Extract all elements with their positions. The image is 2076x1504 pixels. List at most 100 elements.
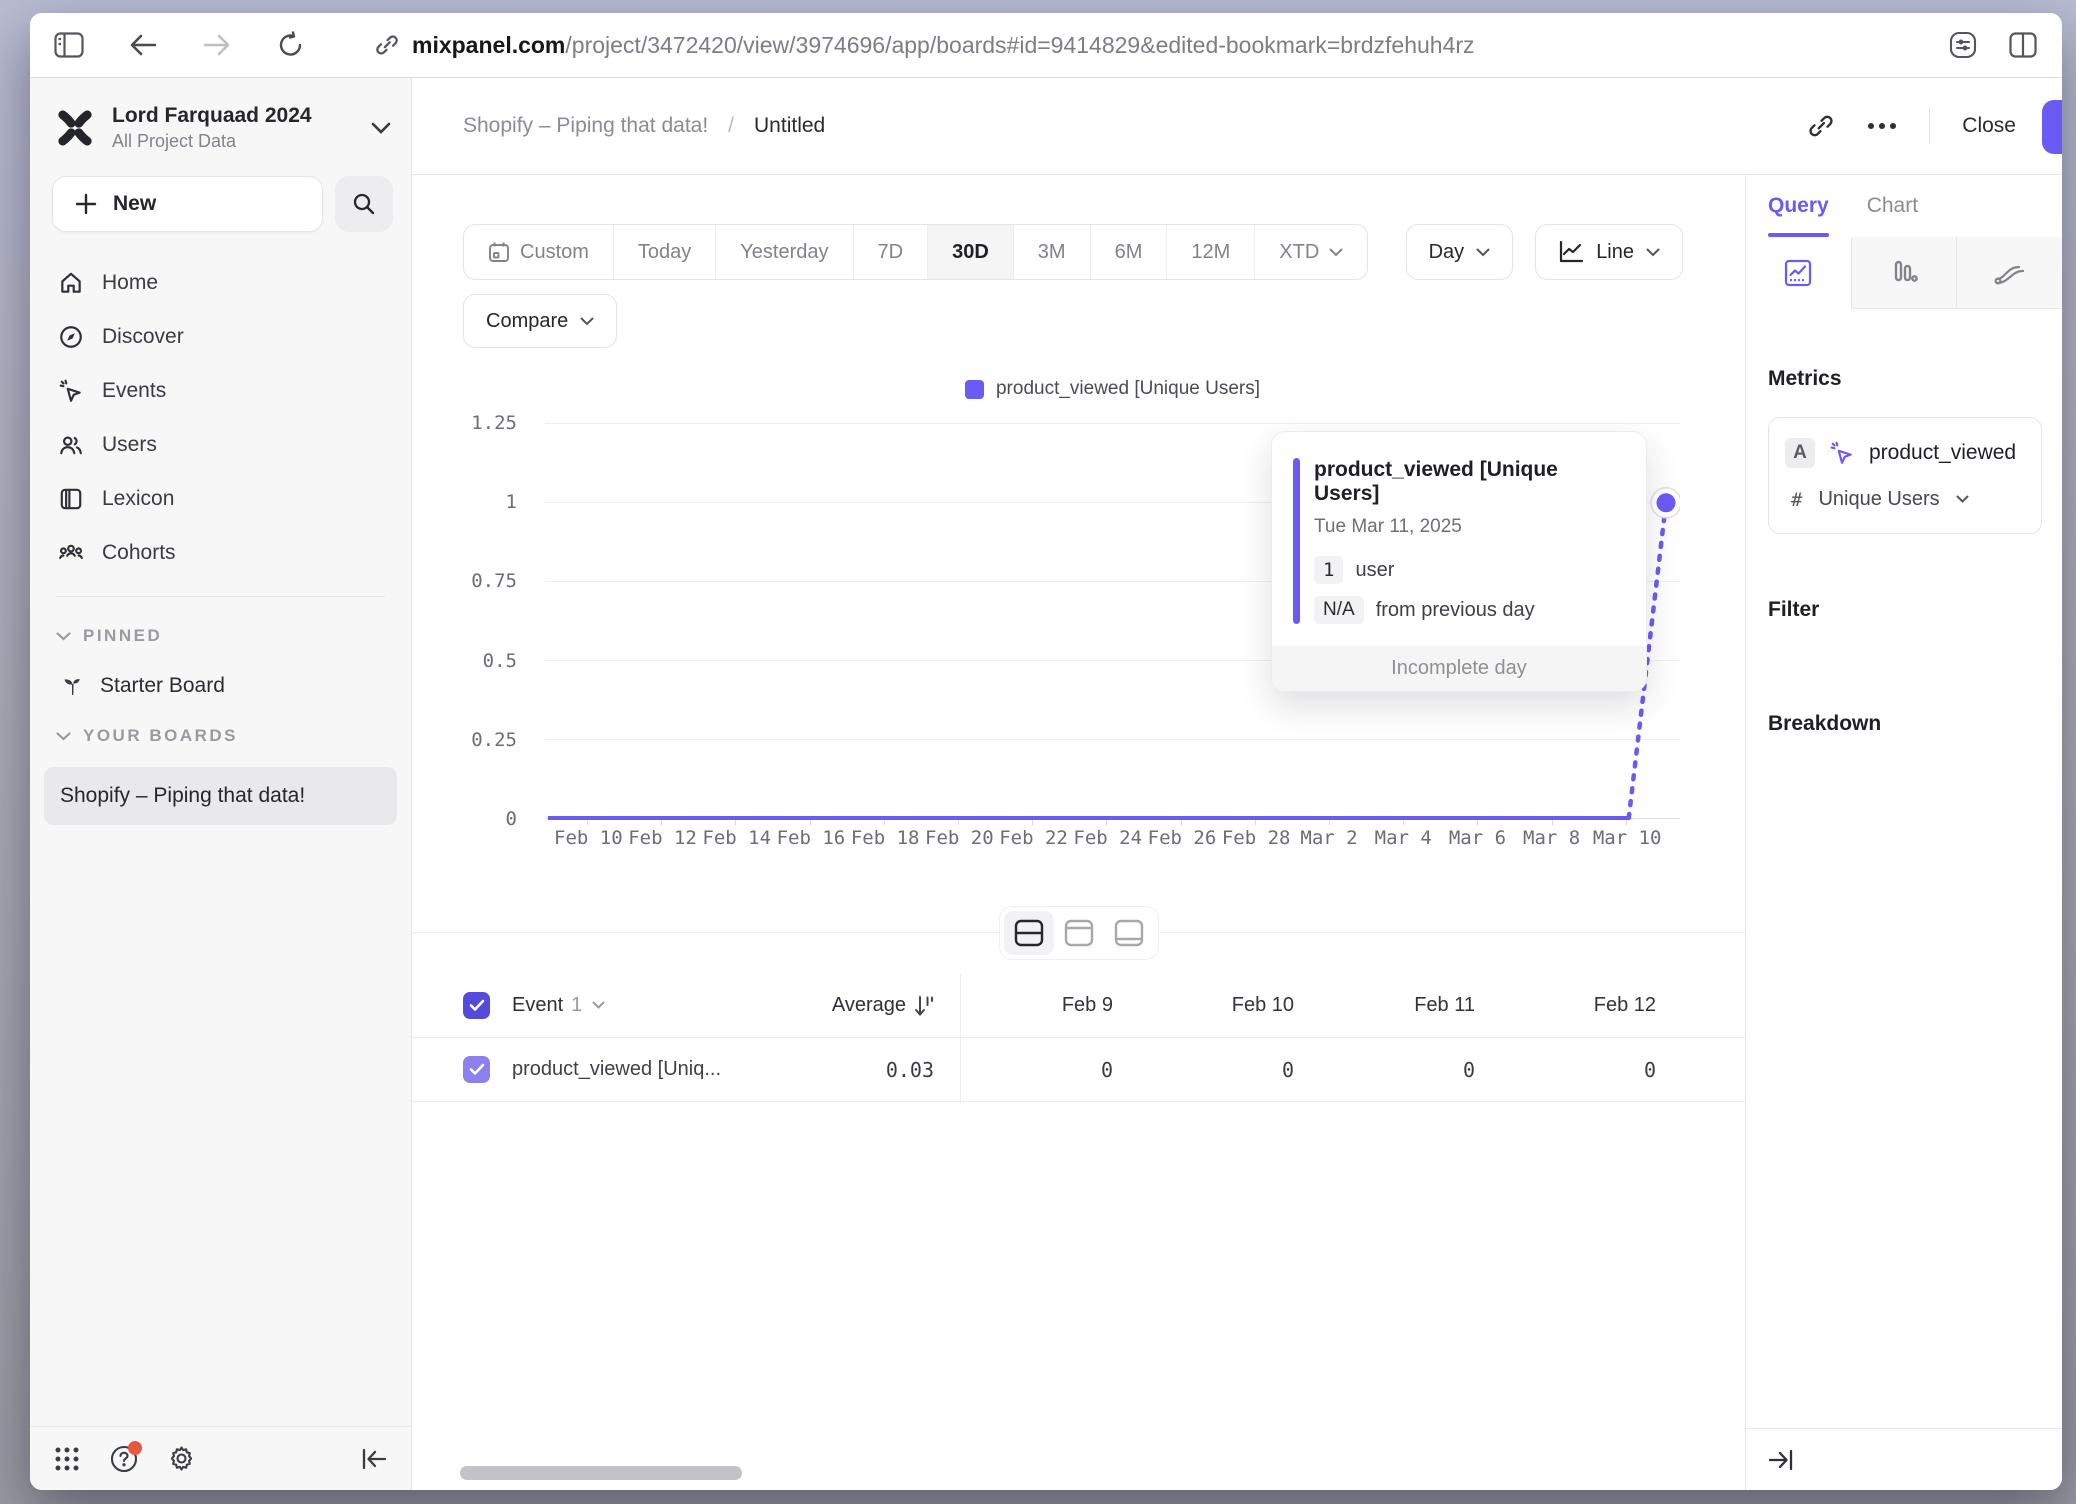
funnel-bars-icon — [1888, 257, 1920, 289]
workspace-switcher[interactable]: Lord Farquaad 2024 All Project Data — [54, 104, 391, 152]
sidebar-item-board-shopify[interactable]: Shopify – Piping that data! — [44, 767, 397, 825]
range-today[interactable]: Today — [613, 225, 715, 279]
query-panel: Query Chart — [1745, 175, 2062, 1490]
range-yesterday[interactable]: Yesterday — [715, 225, 852, 279]
average-column-header[interactable]: Average — [832, 994, 934, 1017]
range-xtd[interactable]: XTD — [1254, 225, 1367, 279]
event-spark-icon — [58, 378, 84, 404]
line-chart-icon — [1558, 240, 1584, 264]
chevron-down-icon — [580, 317, 594, 326]
report-header: Shopify – Piping that data! / Untitled C… — [412, 78, 2062, 175]
search-icon — [352, 192, 376, 216]
your-boards-label: YOUR BOARDS — [83, 726, 238, 746]
chevron-down-icon — [592, 1001, 605, 1010]
event-column-header[interactable]: Event — [512, 994, 563, 1017]
back-icon[interactable] — [126, 28, 160, 62]
range-12m[interactable]: 12M — [1166, 225, 1254, 279]
row-series-name: product_viewed [Uniq... — [512, 1058, 721, 1081]
settings-gear-icon[interactable] — [168, 1445, 195, 1472]
layout-chart-only-button[interactable] — [1054, 911, 1104, 955]
copy-link-icon[interactable] — [1807, 112, 1835, 140]
sidebar-item-label: Cohorts — [102, 541, 176, 565]
table-row[interactable]: product_viewed [Uniq... 0.03 0 0 0 0 — [412, 1038, 1745, 1102]
save-button-partial[interactable] — [2042, 100, 2062, 154]
browser-split-view-icon[interactable] — [2006, 28, 2040, 62]
pinned-section-header[interactable]: PINNED — [30, 613, 411, 659]
select-all-checkbox[interactable] — [463, 992, 490, 1019]
your-boards-section-header[interactable]: YOUR BOARDS — [30, 713, 411, 759]
aggregation-label: Unique Users — [1818, 488, 1939, 511]
sidebar-item-home[interactable]: Home — [30, 256, 411, 310]
legend-swatch — [965, 380, 984, 399]
chart-legend: product_viewed [Unique Users] — [545, 378, 1680, 400]
sidebar-item-starter-board[interactable]: Starter Board — [30, 659, 411, 713]
collapse-panel-icon[interactable] — [1768, 1449, 1794, 1471]
y-tick-label: 0.25 — [471, 729, 517, 751]
y-tick-label: 0.75 — [471, 570, 517, 592]
chart-type-dropdown[interactable]: Line — [1535, 224, 1683, 280]
sidebar-item-label: Home — [102, 271, 158, 295]
cohorts-icon — [58, 540, 84, 566]
average-label: Average — [832, 994, 906, 1017]
range-30d[interactable]: 30D — [927, 225, 1013, 279]
chevron-down-icon — [371, 122, 391, 134]
cell-value: 0 — [1503, 1058, 1684, 1082]
header-divider — [1929, 108, 1930, 144]
metrics-section-title: Metrics — [1768, 367, 2042, 391]
search-button[interactable] — [335, 176, 393, 232]
more-options-icon[interactable] — [1867, 122, 1897, 130]
tab-chart[interactable]: Chart — [1867, 175, 1918, 237]
subtab-insights[interactable] — [1746, 237, 1851, 309]
breadcrumb-separator: / — [728, 114, 734, 138]
horizontal-scrollbar-thumb[interactable] — [460, 1466, 742, 1480]
sidebar-item-lexicon[interactable]: Lexicon — [30, 472, 411, 526]
browser-sidebar-toggle-icon[interactable] — [52, 28, 86, 62]
range-6m[interactable]: 6M — [1090, 225, 1167, 279]
date-column-header: Feb 12 — [1503, 994, 1684, 1017]
chart-tooltip: product_viewed [Unique Users] Tue Mar 11… — [1271, 431, 1647, 692]
apps-grid-icon[interactable] — [54, 1446, 80, 1472]
sidebar-divider — [56, 596, 385, 597]
granularity-dropdown[interactable]: Day — [1406, 224, 1514, 280]
range-custom[interactable]: Custom — [464, 225, 613, 279]
range-3m[interactable]: 3M — [1013, 225, 1090, 279]
calendar-icon — [488, 241, 510, 263]
row-checkbox[interactable] — [463, 1056, 490, 1083]
sidebar-item-label: Discover — [102, 325, 184, 349]
page-settings-icon[interactable] — [1946, 28, 1980, 62]
help-button[interactable] — [110, 1445, 138, 1473]
date-column-header: Feb 9 — [960, 994, 1141, 1017]
layout-table-only-button[interactable] — [1104, 911, 1154, 955]
metric-aggregation-row[interactable]: # Unique Users — [1785, 488, 2025, 511]
compare-dropdown[interactable]: Compare — [463, 294, 617, 348]
new-button[interactable]: New — [52, 176, 323, 232]
collapse-sidebar-icon[interactable] — [361, 1448, 387, 1470]
sidebar-item-events[interactable]: Events — [30, 364, 411, 418]
sidebar: Lord Farquaad 2024 All Project Data New — [30, 78, 412, 1490]
sidebar-item-users[interactable]: Users — [30, 418, 411, 472]
url-text[interactable]: mixpanel.com/project/3472420/view/397469… — [412, 32, 1475, 59]
row-average-value: 0.03 — [886, 1058, 934, 1082]
chevron-down-icon — [1646, 248, 1660, 257]
tooltip-value: 1 — [1314, 556, 1343, 584]
tooltip-value-unit: user — [1355, 559, 1394, 582]
subtab-flows[interactable] — [1956, 237, 2062, 309]
url-path: /project/3472420/view/3974696/app/boards… — [565, 32, 1474, 58]
sidebar-item-discover[interactable]: Discover — [30, 310, 411, 364]
notification-dot — [128, 1441, 142, 1455]
subtab-funnels[interactable] — [1851, 237, 1957, 309]
tab-query[interactable]: Query — [1768, 175, 1829, 237]
breadcrumb-board[interactable]: Shopify – Piping that data! — [463, 114, 708, 138]
sidebar-item-cohorts[interactable]: Cohorts — [30, 526, 411, 580]
range-custom-label: Custom — [520, 241, 589, 264]
reload-icon[interactable] — [274, 28, 308, 62]
breadcrumb-current[interactable]: Untitled — [754, 114, 825, 138]
chart-type-label: Line — [1596, 241, 1634, 264]
table-header-row: Event 1 Average Feb 9 Feb 10 Feb 11 — [412, 974, 1745, 1038]
forward-icon[interactable] — [200, 28, 234, 62]
range-7d[interactable]: 7D — [853, 225, 928, 279]
compass-icon — [58, 324, 84, 350]
close-button[interactable]: Close — [1962, 114, 2016, 138]
layout-split-button[interactable] — [1004, 911, 1054, 955]
metric-card[interactable]: A product_viewed # Unique Users — [1768, 417, 2042, 534]
